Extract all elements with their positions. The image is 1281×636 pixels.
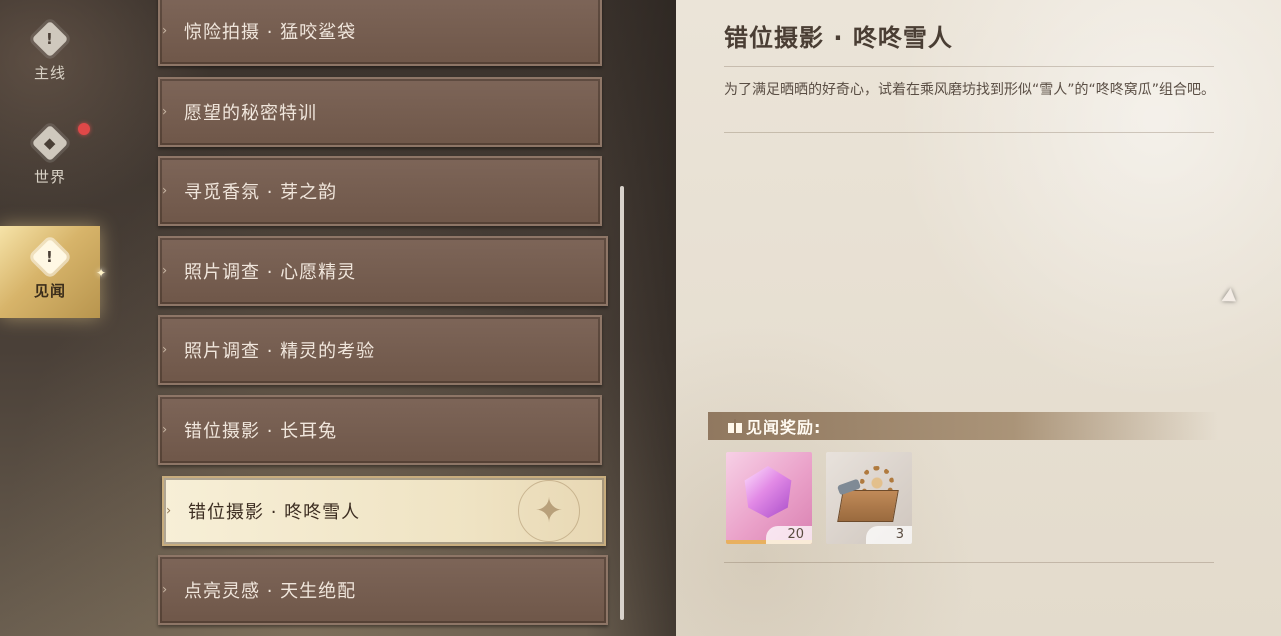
quest-item[interactable]: › 寻觅香氛 · 芽之韵 [158, 156, 602, 226]
compass-decoration-icon: ✦ [518, 480, 580, 542]
chevron-right-icon: › [162, 23, 168, 39]
toolbox-crate [837, 490, 899, 522]
diamond-icon: ◆ [31, 124, 69, 161]
chevron-right-icon: › [162, 104, 168, 120]
quest-label: 错位摄影 · 长耳兔 [184, 421, 338, 442]
quest-item[interactable]: › 错位摄影 · 长耳兔 [158, 395, 602, 465]
chevron-right-icon: › [166, 503, 172, 519]
quest-label: 惊险拍摄 · 猛咬鲨袋 [184, 22, 357, 43]
nav-label: 主线 [33, 63, 66, 82]
nav-item-stories[interactable]: ! 见闻 [0, 226, 100, 318]
reward-count: 3 [866, 526, 912, 544]
chevron-right-icon: › [162, 183, 168, 199]
gift-icon [728, 419, 742, 433]
reward-item[interactable]: 3 [826, 452, 912, 544]
quest-label: 照片调查 · 心愿精灵 [184, 262, 357, 283]
quest-title: 错位摄影 · 咚咚雪人 [724, 24, 953, 52]
quest-item[interactable]: › 照片调查 · 精灵的考验 [158, 315, 602, 385]
quest-item[interactable]: › 点亮灵感 · 天生绝配 [158, 555, 608, 625]
quest-label: 照片调查 · 精灵的考验 [184, 341, 376, 362]
pink-crystal-icon [744, 466, 792, 518]
sparkle-icon: ✦ [96, 266, 107, 280]
chevron-right-icon: › [162, 263, 168, 279]
chevron-right-icon: › [162, 582, 168, 598]
exclamation-diamond-icon: ! [31, 20, 69, 57]
nav-item-main[interactable]: ! 主线 [0, 8, 100, 100]
quest-item[interactable]: › 照片调查 · 心愿精灵 [158, 236, 608, 306]
quest-item[interactable]: › 愿望的秘密特训 [158, 77, 602, 147]
reward-count: 20 [766, 526, 812, 544]
reward-item[interactable]: 20 [726, 452, 812, 544]
quest-item-selected[interactable]: › 错位摄影 · 咚咚雪人 ✦ [162, 476, 606, 546]
quest-list-scrollbar[interactable] [620, 186, 624, 620]
quest-label: 愿望的秘密特训 [184, 103, 317, 124]
nav-label: 世界 [33, 167, 66, 186]
quest-detail-panel: 错位摄影 · 咚咚雪人 为了满足晒晒的好奇心，试着在乘风磨坊找到形似“雪人”的“… [676, 0, 1281, 636]
chevron-right-icon: › [162, 342, 168, 358]
quest-item[interactable]: › 惊险拍摄 · 猛咬鲨袋 [158, 0, 602, 66]
rewards-label: 见闻奖励: [746, 418, 822, 437]
notification-dot [78, 123, 90, 135]
divider [724, 132, 1214, 133]
quest-description: 为了满足晒晒的好奇心，试着在乘风磨坊找到形似“雪人”的“咚咚窝瓜”组合吧。 [724, 82, 1216, 98]
quest-label: 点亮灵感 · 天生绝配 [184, 581, 357, 602]
category-nav: ! 主线 ◆ 世界 ! 见闻 ✦ [0, 0, 106, 636]
quest-label: 错位摄影 · 咚咚雪人 [188, 502, 361, 523]
quest-label: 寻觅香氛 · 芽之韵 [184, 182, 338, 203]
rewards-header: 见闻奖励: [708, 412, 1218, 440]
quest-list: › 惊险拍摄 · 猛咬鲨袋 › 愿望的秘密特训 › 寻觅香氛 · 芽之韵 › 照… [158, 0, 610, 636]
divider [724, 66, 1214, 67]
divider [724, 562, 1214, 563]
chevron-right-icon: › [162, 422, 168, 438]
exclamation-diamond-icon: ! [31, 238, 69, 275]
nav-label: 见闻 [33, 281, 66, 300]
